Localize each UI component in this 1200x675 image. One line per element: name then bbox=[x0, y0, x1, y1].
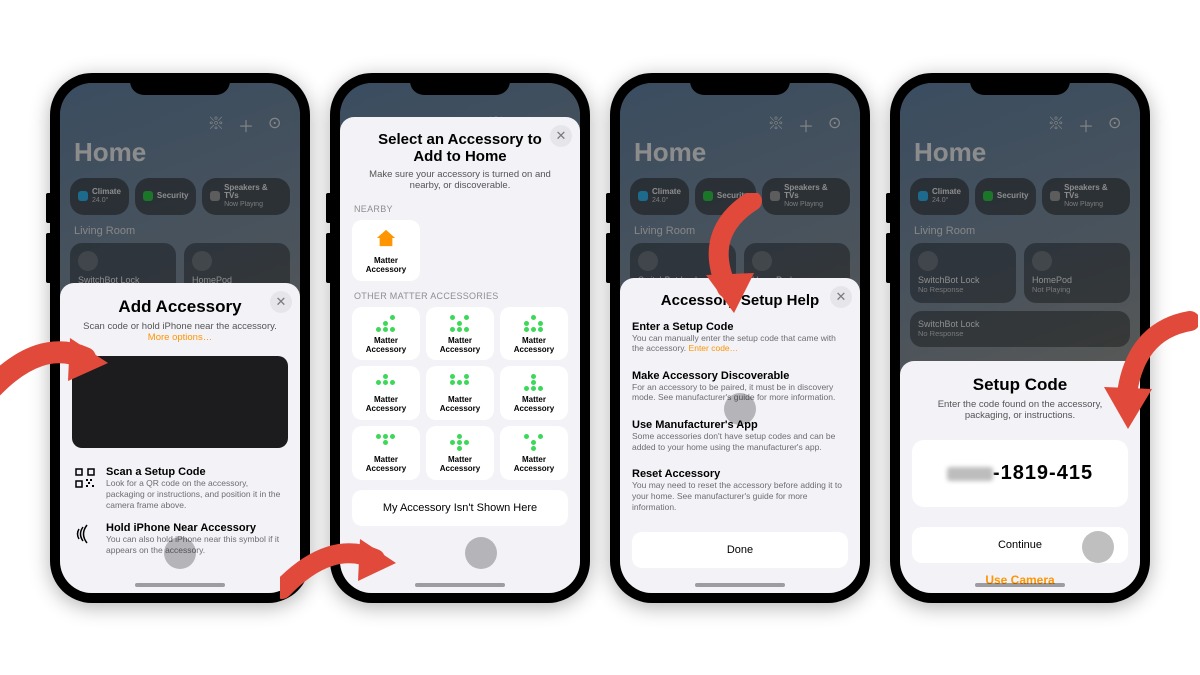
done-button[interactable]: Done bbox=[632, 532, 848, 568]
matter-icon bbox=[448, 434, 472, 452]
sheet-title: Add Accessory bbox=[72, 297, 288, 317]
phone-4: 𑗕 ＋ ⊙ Home Climate24.0° Security Speaker… bbox=[890, 73, 1150, 603]
phone-3: 𑗕 ＋ ⊙ Home Climate24.0° Security Speaker… bbox=[610, 73, 870, 603]
matter-icon bbox=[522, 434, 546, 452]
matter-label: Matter Accessory bbox=[356, 337, 416, 355]
matter-label: Matter Accessory bbox=[430, 456, 490, 474]
matter-icon bbox=[522, 374, 546, 392]
matter-accessory[interactable]: Matter Accessory bbox=[426, 366, 494, 420]
close-icon[interactable]: ✕ bbox=[830, 286, 852, 308]
matter-label: Matter Accessory bbox=[430, 396, 490, 414]
code-input[interactable]: -1819-415 bbox=[912, 440, 1128, 507]
nearby-accessory[interactable]: Matter Accessory bbox=[352, 220, 420, 281]
matter-accessory[interactable]: Matter Accessory bbox=[500, 366, 568, 420]
code-visible: -1819-415 bbox=[993, 462, 1093, 484]
sheet-setup-help: ✕ Accessory Setup Help Enter a Setup Cod… bbox=[620, 278, 860, 593]
code-obscured bbox=[947, 467, 993, 481]
help-enter-code: Enter a Setup Code You can manually ente… bbox=[632, 315, 848, 364]
more-options-link[interactable]: More options… bbox=[148, 332, 212, 343]
matter-label: Matter Accessory bbox=[430, 337, 490, 355]
matter-accessory[interactable]: Matter Accessory bbox=[352, 307, 420, 361]
matter-accessory[interactable]: Matter Accessory bbox=[500, 307, 568, 361]
sheet-title: Select an Accessory to Add to Home bbox=[352, 131, 568, 165]
matter-label: Matter Accessory bbox=[356, 396, 416, 414]
matter-label: Matter Accessory bbox=[504, 396, 564, 414]
section-nearby: NEARBY bbox=[354, 204, 566, 214]
matter-accessory[interactable]: Matter Accessory bbox=[352, 366, 420, 420]
help-reset: Reset AccessoryYou may need to reset the… bbox=[632, 462, 848, 522]
close-icon[interactable]: ✕ bbox=[270, 291, 292, 313]
matter-grid: Matter Accessory Matter Accessory Matter A… bbox=[352, 307, 568, 480]
enter-code-link[interactable]: Enter code… bbox=[689, 343, 739, 353]
phone-2: 𑗕 ＋ ⊙ ✕ Select an Accessory to Add to Ho… bbox=[330, 73, 590, 603]
matter-accessory[interactable]: Matter Accessory bbox=[500, 426, 568, 480]
matter-label: Matter Accessory bbox=[504, 337, 564, 355]
phone-1: 𑗕 ＋ ⊙ Home Climate24.0° Security Speaker… bbox=[50, 73, 310, 603]
nfc-icon bbox=[72, 522, 98, 544]
sheet-title: Setup Code bbox=[912, 375, 1128, 395]
sheet-subtitle: Enter the code found on the accessory, p… bbox=[912, 395, 1128, 425]
not-shown-button[interactable]: My Accessory Isn't Shown Here bbox=[352, 490, 568, 526]
matter-label: Matter Accessory bbox=[356, 456, 416, 474]
matter-label: Matter Accessory bbox=[504, 456, 564, 474]
qr-icon bbox=[72, 466, 98, 488]
sheet-select-accessory: ✕ Select an Accessory to Add to Home Mak… bbox=[340, 117, 580, 593]
matter-accessory[interactable]: Matter Accessory bbox=[352, 426, 420, 480]
sheet-subtitle: Make sure your accessory is turned on an… bbox=[352, 165, 568, 195]
matter-icon bbox=[448, 374, 472, 392]
matter-icon bbox=[374, 374, 398, 392]
matter-icon bbox=[448, 315, 472, 333]
camera-viewfinder bbox=[72, 356, 288, 448]
matter-icon bbox=[374, 434, 398, 452]
close-icon[interactable]: ✕ bbox=[550, 125, 572, 147]
option-scan-code[interactable]: Scan a Setup CodeLook for a QR code on t… bbox=[72, 460, 288, 516]
section-other: OTHER MATTER ACCESSORIES bbox=[354, 291, 566, 301]
matter-icon bbox=[522, 315, 546, 333]
house-icon bbox=[375, 228, 397, 248]
sheet-title: Accessory Setup Help bbox=[632, 292, 848, 309]
sheet-subtitle: Scan code or hold iPhone near the access… bbox=[72, 317, 288, 347]
matter-accessory[interactable]: Matter Accessory bbox=[426, 426, 494, 480]
matter-icon bbox=[374, 315, 398, 333]
matter-accessory[interactable]: Matter Accessory bbox=[426, 307, 494, 361]
